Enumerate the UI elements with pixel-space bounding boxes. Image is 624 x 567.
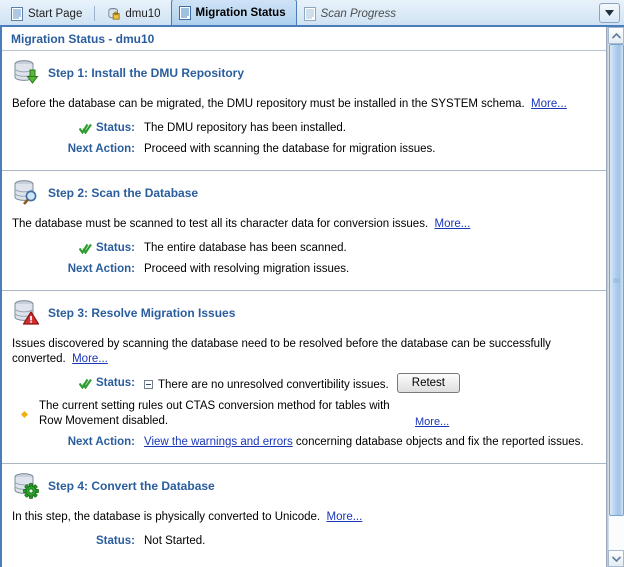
more-link[interactable]: More... <box>435 218 471 230</box>
step-description-text: In this step, the database is physically… <box>12 511 321 523</box>
chevron-down-icon <box>605 10 614 16</box>
check-ok-icon <box>79 378 92 389</box>
check-ok-icon <box>79 243 92 254</box>
step-description: The database must be scanned to test all… <box>2 211 606 234</box>
step-section-1: Step 1: Install the DMU Repository Befor… <box>2 51 606 171</box>
tab-scan-progress[interactable]: Scan Progress <box>297 2 406 26</box>
step-section-3: Step 3: Resolve Migration Issues Issues … <box>2 291 606 464</box>
database-connection-icon <box>108 7 120 20</box>
panel-content: Migration Status - dmu10 Step 1: Install… <box>2 27 607 567</box>
next-action-row: Next Action: Proceed with scanning the d… <box>2 141 606 159</box>
status-value: The entire database has been scanned. <box>144 242 347 254</box>
status-row: Status: There are no unresolved converti… <box>2 373 606 395</box>
step-title: Step 3: Resolve Migration Issues <box>48 306 236 320</box>
next-action-row: Next Action: Proceed with resolving migr… <box>2 261 606 279</box>
tab-dmu10[interactable]: dmu10 <box>101 2 170 26</box>
step-header: Step 4: Convert the Database <box>2 464 606 504</box>
step-description-text: Before the database can be migrated, the… <box>12 98 525 110</box>
step-title: Step 1: Install the DMU Repository <box>48 66 245 80</box>
page-title: Migration Status - dmu10 <box>2 27 606 51</box>
more-link[interactable]: More... <box>327 511 363 523</box>
next-action-label-group: Next Action: <box>2 434 135 450</box>
next-action-rest: concerning database objects and fix the … <box>292 436 584 448</box>
tab-label: dmu10 <box>125 8 161 20</box>
document-icon <box>178 5 191 20</box>
more-link[interactable]: More... <box>415 416 449 428</box>
status-label: Status: <box>96 242 135 254</box>
next-action-label: Next Action: <box>67 436 135 448</box>
status-value: The DMU repository has been installed. <box>144 122 346 134</box>
step-header: Step 2: Scan the Database <box>2 171 606 211</box>
status-value: There are no unresolved convertibility i… <box>158 379 389 392</box>
next-action-label: Next Action: <box>67 143 135 155</box>
more-link[interactable]: More... <box>531 98 567 110</box>
next-action-row: Next Action: View the warnings and error… <box>2 434 606 452</box>
status-value-group: There are no unresolved convertibility i… <box>135 373 606 395</box>
status-label-group: Status: <box>2 375 135 391</box>
tree-collapse-toggle[interactable] <box>144 379 153 389</box>
check-ok-icon <box>79 123 92 134</box>
vertical-scrollbar[interactable] <box>607 27 624 567</box>
warning-bullet-icon <box>20 410 29 419</box>
next-action-value: Proceed with scanning the database for m… <box>144 143 436 155</box>
step-description: Before the database can be migrated, the… <box>2 91 606 114</box>
status-label: Status: <box>96 377 135 389</box>
warning-item: The current setting rules out CTAS conve… <box>2 399 606 429</box>
step-description-text: The database must be scanned to test all… <box>12 218 429 230</box>
step-header: Step 1: Install the DMU Repository <box>2 51 606 91</box>
status-label-group: Status: <box>2 240 135 256</box>
warning-text: The current setting rules out CTAS conve… <box>39 400 390 427</box>
step-title: Step 2: Scan the Database <box>48 186 199 200</box>
tab-migration-status[interactable]: Migration Status <box>170 0 297 25</box>
scroll-down-icon <box>611 555 621 562</box>
step-rows: Status: The entire database has been sca… <box>2 240 606 279</box>
tab-label: Scan Progress <box>320 8 397 20</box>
step-rows: Status: The DMU repository has been inst… <box>2 120 606 159</box>
step-description: Issues discovered by scanning the databa… <box>2 331 606 369</box>
status-value: Not Started. <box>144 535 206 547</box>
scroll-track[interactable] <box>608 44 624 550</box>
tab-separator <box>94 6 96 21</box>
more-link[interactable]: More... <box>72 353 108 365</box>
next-action-value: View the warnings and errors concerning … <box>135 434 606 450</box>
migration-status-panel: Migration Status - dmu10 Step 1: Install… <box>0 27 624 567</box>
database-install-icon <box>14 60 39 84</box>
scroll-thumb[interactable] <box>609 44 624 516</box>
step-rows: Status: Not Started. <box>2 533 606 551</box>
page-title-text: Migration Status - dmu10 <box>11 31 155 46</box>
next-action-label-group: Next Action: <box>2 261 135 277</box>
scroll-down-button[interactable] <box>608 550 624 567</box>
step-section-4: Step 4: Convert the Database In this ste… <box>2 464 606 562</box>
step-rows: Status: There are no unresolved converti… <box>2 373 606 452</box>
scroll-up-icon <box>611 32 621 39</box>
step-section-2: Step 2: Scan the Database The database m… <box>2 171 606 291</box>
warning-more-link-wrap: More... <box>415 416 449 429</box>
status-label-group: Status: <box>2 120 135 136</box>
scroll-up-button[interactable] <box>608 27 624 44</box>
tab-bar: Start Page dmu10 Migration Status Scan P… <box>0 0 624 27</box>
status-label: Status: <box>96 122 135 134</box>
database-scan-icon <box>14 180 37 205</box>
database-warning-icon <box>14 300 40 325</box>
retest-button[interactable]: Retest <box>396 373 461 393</box>
step-description: In this step, the database is physically… <box>2 504 606 527</box>
tab-label: Migration Status <box>195 6 286 19</box>
step-title: Step 4: Convert the Database <box>48 479 215 493</box>
next-action-label: Next Action: <box>67 263 135 275</box>
tab-label: Start Page <box>28 8 83 20</box>
document-icon <box>11 7 23 21</box>
document-icon <box>303 7 316 21</box>
view-warnings-errors-link[interactable]: View the warnings and errors <box>144 436 293 448</box>
next-action-value: Proceed with resolving migration issues. <box>144 263 350 275</box>
status-label: Status: <box>96 535 135 547</box>
next-action-label-group: Next Action: <box>2 141 135 157</box>
tab-overflow-button[interactable] <box>599 3 620 23</box>
status-row: Status: Not Started. <box>2 533 606 551</box>
tab-start-page[interactable]: Start Page <box>4 2 92 26</box>
status-row: Status: The entire database has been sca… <box>2 240 606 258</box>
status-row: Status: The DMU repository has been inst… <box>2 120 606 138</box>
status-label-group: Status: <box>2 533 135 549</box>
database-convert-icon <box>14 473 39 499</box>
step-header: Step 3: Resolve Migration Issues <box>2 291 606 331</box>
